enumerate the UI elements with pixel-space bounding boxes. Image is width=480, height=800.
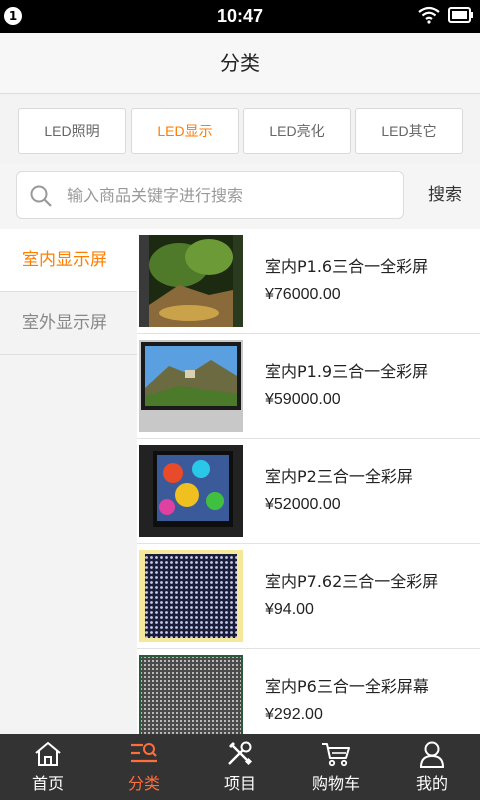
tools-icon <box>228 741 253 766</box>
product-name: 室内P6三合一全彩屏幕 <box>265 677 429 696</box>
page-title: 分类 <box>0 33 480 94</box>
product-price: ¥76000.00 <box>265 286 341 303</box>
status-bar: 1 10:47 <box>0 0 480 33</box>
cart-icon <box>322 743 350 767</box>
search-button[interactable]: 搜索 <box>420 171 470 219</box>
tab-led-other[interactable]: LED其它 <box>355 108 463 154</box>
nav-cart-label: 购物车 <box>311 774 360 793</box>
product-name: 室内P7.62三合一全彩屏 <box>265 572 439 591</box>
product-image[interactable] <box>139 550 243 642</box>
status-icons <box>418 6 474 24</box>
list-item[interactable]: 室内P6三合一全彩屏幕 ¥292.00 <box>137 649 480 734</box>
product-image[interactable] <box>139 340 243 432</box>
battery-icon <box>448 7 473 23</box>
product-price: ¥52000.00 <box>265 496 341 513</box>
tab-led-brightening[interactable]: LED亮化 <box>243 108 351 154</box>
list-item[interactable]: 室内P7.62三合一全彩屏 ¥94.00 <box>137 544 480 649</box>
product-price: ¥292.00 <box>265 706 323 723</box>
nav-projects[interactable]: 项目 <box>192 734 288 800</box>
product-image[interactable] <box>139 235 243 327</box>
sidebar: 室内显示屏 室外显示屏 <box>0 229 137 734</box>
product-name: 室内P1.6三合一全彩屏 <box>265 257 429 276</box>
nav-home[interactable]: 首页 <box>0 734 96 800</box>
nav-mine-label: 我的 <box>415 774 448 793</box>
category-tabs: LED照明 LED显示 LED亮化 LED其它 <box>0 94 480 164</box>
category-icon <box>131 743 157 763</box>
nav-projects-label: 项目 <box>223 774 256 793</box>
list-item[interactable]: 室内P1.6三合一全彩屏 ¥76000.00 <box>137 229 480 334</box>
tab-led-display[interactable]: LED显示 <box>131 108 239 154</box>
search-box <box>16 171 404 219</box>
sidebar-item-outdoor-display[interactable]: 室外显示屏 <box>0 292 137 355</box>
list-item[interactable]: 室内P1.9三合一全彩屏 ¥59000.00 <box>137 334 480 439</box>
user-icon <box>419 741 445 768</box>
product-image[interactable] <box>139 655 243 734</box>
nav-category-label: 分类 <box>127 774 160 793</box>
list-item[interactable]: 室内P2三合一全彩屏 ¥52000.00 <box>137 439 480 544</box>
home-icon <box>35 742 61 766</box>
sidebar-item-indoor-display[interactable]: 室内显示屏 <box>0 229 137 292</box>
product-image[interactable] <box>139 445 243 537</box>
search-icon <box>30 185 52 207</box>
nav-cart[interactable]: 购物车 <box>288 734 384 800</box>
search-input[interactable] <box>67 172 397 218</box>
product-name: 室内P2三合一全彩屏 <box>265 467 413 486</box>
wifi-icon <box>418 6 440 24</box>
nav-home-label: 首页 <box>31 774 64 793</box>
product-name: 室内P1.9三合一全彩屏 <box>265 362 429 381</box>
nav-mine[interactable]: 我的 <box>384 734 480 800</box>
product-price: ¥59000.00 <box>265 391 341 408</box>
bottom-nav: 首页 分类 项目 购物车 我的 <box>0 734 480 800</box>
tab-led-lighting[interactable]: LED照明 <box>18 108 126 154</box>
nav-category[interactable]: 分类 <box>96 734 192 800</box>
product-list: 室内P1.6三合一全彩屏 ¥76000.00 室内P1.9三合一全彩屏 ¥590… <box>137 229 480 734</box>
status-time: 10:47 <box>216 6 264 26</box>
product-price: ¥94.00 <box>265 601 314 618</box>
